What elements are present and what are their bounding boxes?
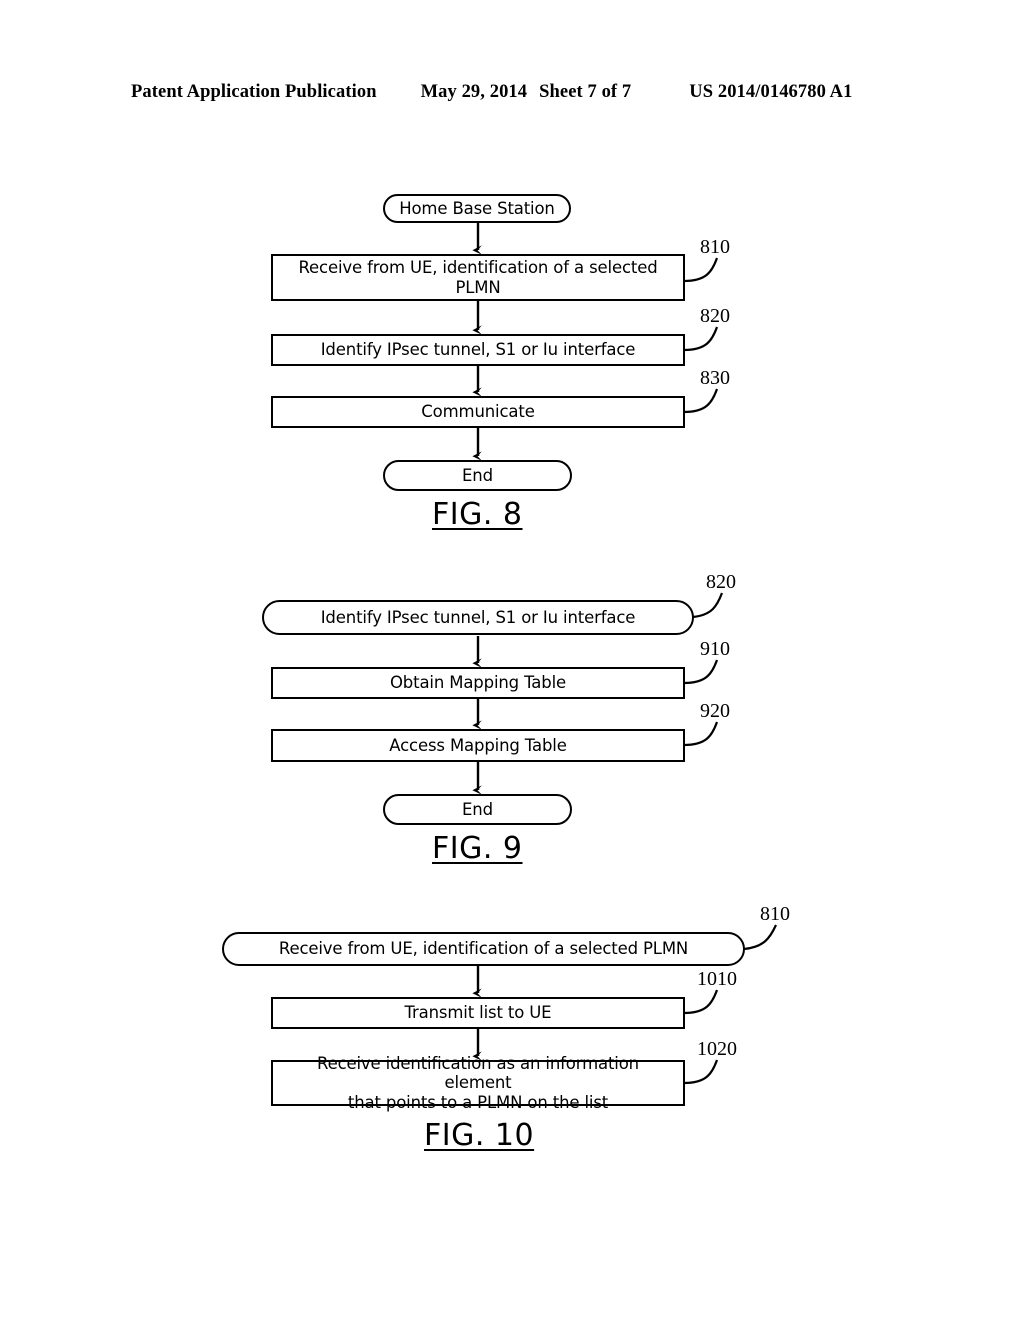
fig10-step-1020-label: Receive identification as an information… xyxy=(317,1054,639,1112)
ref-numeral-910-fig9: 910 xyxy=(700,638,730,660)
fig9-start-label: Identify IPsec tunnel, S1 or Iu interfac… xyxy=(320,607,636,627)
fig9-step-910-label: Obtain Mapping Table xyxy=(389,673,567,693)
fig9-caption: FIG. 9 xyxy=(432,831,523,866)
fig8-step-820[interactable]: Identify IPsec tunnel, S1 or Iu interfac… xyxy=(271,334,685,366)
fig8-caption: FIG. 8 xyxy=(432,497,523,532)
ref-numeral-820-fig8: 820 xyxy=(700,305,730,327)
fig10-start-node-810[interactable]: Receive from UE, identification of a sel… xyxy=(222,932,745,966)
ref-numeral-830-fig8: 830 xyxy=(700,367,730,389)
fig10-step-1010-label: Transmit list to UE xyxy=(404,1003,552,1023)
fig8-end-label: End xyxy=(462,465,493,485)
fig10-caption: FIG. 10 xyxy=(424,1118,535,1153)
page-header: Patent Application Publication May 29, 2… xyxy=(0,82,1024,112)
header-publication-label: Patent Application Publication xyxy=(131,82,377,102)
fig9-step-910[interactable]: Obtain Mapping Table xyxy=(271,667,685,699)
header-sheet-label: Sheet 7 of 7 xyxy=(539,82,632,102)
header-date-label: May 29, 2014 xyxy=(420,82,528,102)
fig9-end-node[interactable]: End xyxy=(383,794,572,825)
header-patent-number: US 2014/0146780 A1 xyxy=(689,82,853,102)
fig9-end-label: End xyxy=(462,799,493,819)
fig8-step-830[interactable]: Communicate xyxy=(271,396,685,428)
ref-numeral-920-fig9: 920 xyxy=(700,700,730,722)
ref-numeral-810-fig10: 810 xyxy=(760,903,790,925)
fig8-start-node[interactable]: Home Base Station xyxy=(383,194,571,223)
fig10-step-1010[interactable]: Transmit list to UE xyxy=(271,997,685,1029)
ref-numeral-1010-fig10: 1010 xyxy=(697,968,737,990)
ref-numeral-1020-fig10: 1020 xyxy=(697,1038,737,1060)
fig9-step-920-label: Access Mapping Table xyxy=(389,735,567,755)
fig8-step-810-label: Receive from UE, identification of a sel… xyxy=(298,258,658,297)
fig10-step-1020[interactable]: Receive identification as an information… xyxy=(271,1054,685,1112)
fig8-end-node[interactable]: End xyxy=(383,460,572,491)
fig8-step-820-label: Identify IPsec tunnel, S1 or Iu interfac… xyxy=(320,340,636,360)
fig9-step-920[interactable]: Access Mapping Table xyxy=(271,729,685,762)
ref-numeral-810-fig8: 810 xyxy=(700,236,730,258)
fig9-start-node-820[interactable]: Identify IPsec tunnel, S1 or Iu interfac… xyxy=(262,600,694,635)
fig8-step-810[interactable]: Receive from UE, identification of a sel… xyxy=(271,254,685,301)
fig8-step-830-label: Communicate xyxy=(421,402,535,422)
fig10-start-label: Receive from UE, identification of a sel… xyxy=(278,939,689,959)
fig8-start-label: Home Base Station xyxy=(399,198,555,218)
ref-numeral-820-fig9: 820 xyxy=(706,571,736,593)
